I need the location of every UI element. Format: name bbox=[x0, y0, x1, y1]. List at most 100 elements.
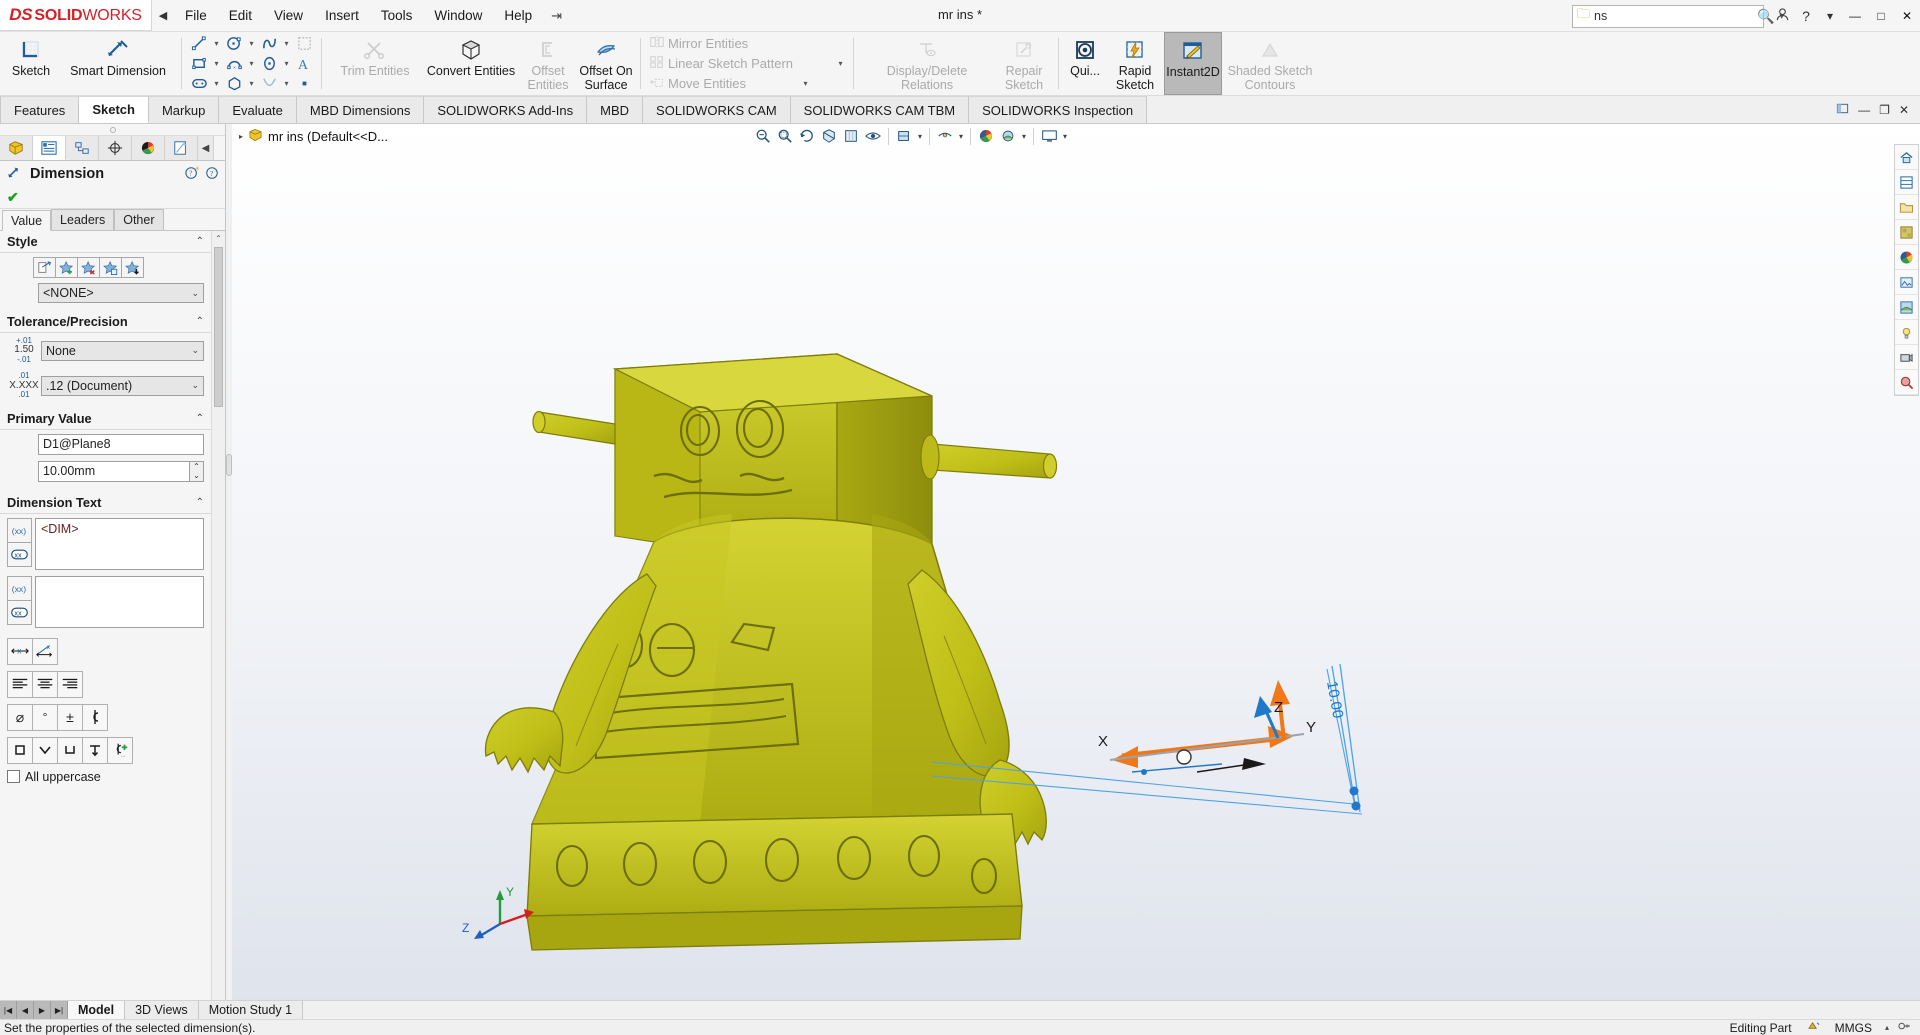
select-region-icon[interactable] bbox=[292, 34, 316, 54]
tab-solidworks-cam[interactable]: SOLIDWORKS CAM bbox=[643, 96, 791, 123]
chevron-up-icon[interactable]: ⌃ bbox=[196, 316, 204, 327]
light-icon[interactable] bbox=[1895, 320, 1918, 345]
tab-sketch[interactable]: Sketch bbox=[79, 96, 149, 123]
home-view-icon[interactable] bbox=[1895, 145, 1918, 170]
add-symbol-icon[interactable]: (xx) bbox=[7, 576, 32, 601]
display-manager-icon[interactable] bbox=[1895, 170, 1918, 195]
minimize-window-icon[interactable]: — bbox=[1855, 103, 1873, 117]
menu-edit[interactable]: Edit bbox=[218, 4, 263, 27]
style-dropdown[interactable]: <NONE> ⌄ bbox=[38, 283, 204, 303]
help-whats-new-icon[interactable]: ?✳ bbox=[185, 166, 199, 183]
scroll-up-button[interactable]: ⌃ bbox=[212, 231, 225, 245]
cam-feature-tree-icon[interactable] bbox=[165, 136, 198, 160]
panel-drag-handle[interactable] bbox=[0, 124, 225, 136]
line-dropdown-caret-icon[interactable]: ▾ bbox=[211, 39, 222, 48]
dimension-tab-value[interactable]: Value bbox=[2, 210, 51, 231]
panel-vertical-scrollbar[interactable]: ⌃ ⌄ bbox=[211, 231, 225, 1006]
next-config-icon[interactable]: ▶ bbox=[34, 1001, 51, 1019]
offset-text-angle-icon[interactable]: x bbox=[32, 638, 58, 665]
section-style-header[interactable]: Style ⌃ bbox=[0, 231, 211, 253]
depth-symbol-icon[interactable] bbox=[82, 737, 108, 764]
stepper-down-icon[interactable]: ⌄ bbox=[190, 471, 203, 481]
degree-symbol-icon[interactable]: ° bbox=[32, 704, 58, 731]
chevron-up-icon[interactable]: ⌃ bbox=[196, 413, 204, 424]
precision-dropdown[interactable]: .12 (Document) ⌄ bbox=[41, 376, 204, 396]
maximize-button[interactable]: □ bbox=[1868, 9, 1894, 23]
move-entities-caret-icon[interactable]: ▾ bbox=[800, 79, 811, 88]
feature-manager-tree-icon[interactable] bbox=[0, 136, 33, 160]
parabola-icon[interactable] bbox=[257, 74, 281, 94]
sketch-button[interactable]: Sketch bbox=[2, 32, 60, 95]
circle-dropdown-caret-icon[interactable]: ▾ bbox=[246, 39, 257, 48]
search-box[interactable]: 🗀 🔍 ▾ bbox=[1572, 5, 1764, 28]
rapid-sketch-button[interactable]: Rapid Sketch bbox=[1106, 32, 1164, 95]
polygon-dropdown-caret-icon[interactable]: ▾ bbox=[246, 79, 257, 88]
last-config-icon[interactable]: ▶| bbox=[51, 1001, 68, 1019]
pin-tabs-icon[interactable] bbox=[1833, 102, 1852, 118]
menu-collapse-arrow-icon[interactable]: ◀ bbox=[152, 9, 174, 22]
more-tabs-arrow-icon[interactable]: ◀ bbox=[198, 136, 214, 160]
align-right-icon[interactable] bbox=[57, 671, 83, 698]
display-manager-icon[interactable] bbox=[132, 136, 165, 160]
linear-sketch-pattern-button[interactable]: Linear Sketch Pattern ▾ bbox=[646, 54, 848, 74]
tolerance-dropdown[interactable]: None ⌄ bbox=[41, 341, 204, 361]
dimension-tab-other[interactable]: Other bbox=[114, 209, 163, 230]
polygon-icon[interactable] bbox=[222, 74, 246, 94]
more-symbols-plus-icon[interactable]: ... bbox=[107, 737, 133, 764]
ok-checkmark-button[interactable]: ✔ bbox=[7, 189, 19, 206]
circle-icon[interactable] bbox=[222, 34, 246, 54]
arc-icon[interactable]: × bbox=[222, 54, 246, 74]
apply-style-icon[interactable] bbox=[33, 257, 56, 278]
restore-window-icon[interactable]: ❐ bbox=[1876, 103, 1893, 117]
stepper-up-icon[interactable]: ⌃ bbox=[190, 462, 203, 472]
dimension-value-field[interactable]: 10.00mm bbox=[38, 461, 190, 482]
prev-config-icon[interactable]: ◀ bbox=[17, 1001, 34, 1019]
dimension-text-area-2[interactable] bbox=[35, 576, 204, 628]
menu-window[interactable]: Window bbox=[423, 4, 493, 27]
spline-icon[interactable] bbox=[257, 34, 281, 54]
save-style-icon[interactable] bbox=[99, 257, 122, 278]
property-manager-icon[interactable] bbox=[33, 136, 66, 160]
chevron-up-icon[interactable]: ⌃ bbox=[196, 236, 204, 247]
centerline-symbol-icon[interactable] bbox=[82, 704, 108, 731]
rectangle-icon[interactable] bbox=[187, 54, 211, 74]
square-symbol-icon[interactable] bbox=[7, 737, 33, 764]
shaded-sketch-contours-button[interactable]: Shaded Sketch Contours bbox=[1222, 32, 1318, 95]
section-primary-value-header[interactable]: Primary Value ⌃ bbox=[0, 408, 211, 430]
color-palette-icon[interactable] bbox=[1895, 245, 1918, 270]
slot-icon[interactable] bbox=[187, 74, 211, 94]
decal-icon[interactable] bbox=[1895, 270, 1918, 295]
section-tolerance-header[interactable]: Tolerance/Precision ⌃ bbox=[0, 311, 211, 333]
load-style-icon[interactable] bbox=[121, 257, 144, 278]
line-icon[interactable] bbox=[187, 34, 211, 54]
dimension-text-area-1[interactable]: <DIM> bbox=[35, 518, 204, 570]
counterbore-symbol-icon[interactable] bbox=[57, 737, 83, 764]
chevron-symbol-icon[interactable] bbox=[32, 737, 58, 764]
move-entities-button[interactable]: Move Entities ▾ bbox=[646, 73, 848, 93]
align-center-icon[interactable] bbox=[32, 671, 58, 698]
smart-dimension-button[interactable]: Smart Dimension bbox=[60, 32, 176, 95]
rebuild-indicator-icon[interactable] bbox=[1802, 1020, 1825, 1035]
diameter-symbol-icon[interactable]: ⌀ bbox=[7, 704, 33, 731]
menu-view[interactable]: View bbox=[263, 4, 314, 27]
scroll-thumb[interactable] bbox=[214, 247, 223, 407]
offset-entities-button[interactable]: Offset Entities bbox=[519, 32, 577, 95]
close-button[interactable]: ✕ bbox=[1894, 9, 1920, 23]
ellipse-dropdown-caret-icon[interactable]: ▾ bbox=[281, 59, 292, 68]
more-symbols-icon[interactable]: xx bbox=[7, 542, 32, 567]
search-input[interactable] bbox=[1594, 9, 1755, 23]
all-uppercase-checkbox[interactable] bbox=[7, 770, 20, 783]
search-appearance-icon[interactable] bbox=[1895, 370, 1918, 395]
add-symbol-icon[interactable]: (xx) bbox=[7, 518, 32, 543]
menu-file[interactable]: File bbox=[174, 4, 218, 27]
help-caret-icon[interactable]: ▾ bbox=[1818, 9, 1842, 23]
camera-icon[interactable] bbox=[1895, 345, 1918, 370]
align-left-icon[interactable] bbox=[7, 671, 33, 698]
menu-help[interactable]: Help bbox=[493, 4, 543, 27]
status-units-caret-icon[interactable]: ▴ bbox=[1882, 1023, 1892, 1032]
arc-dropdown-caret-icon[interactable]: ▾ bbox=[246, 59, 257, 68]
parabola-dropdown-caret-icon[interactable]: ▾ bbox=[281, 79, 292, 88]
help-icon[interactable]: ? bbox=[1794, 8, 1818, 24]
dimxpert-manager-icon[interactable] bbox=[99, 136, 132, 160]
linear-sketch-pattern-caret-icon[interactable]: ▾ bbox=[835, 59, 846, 68]
